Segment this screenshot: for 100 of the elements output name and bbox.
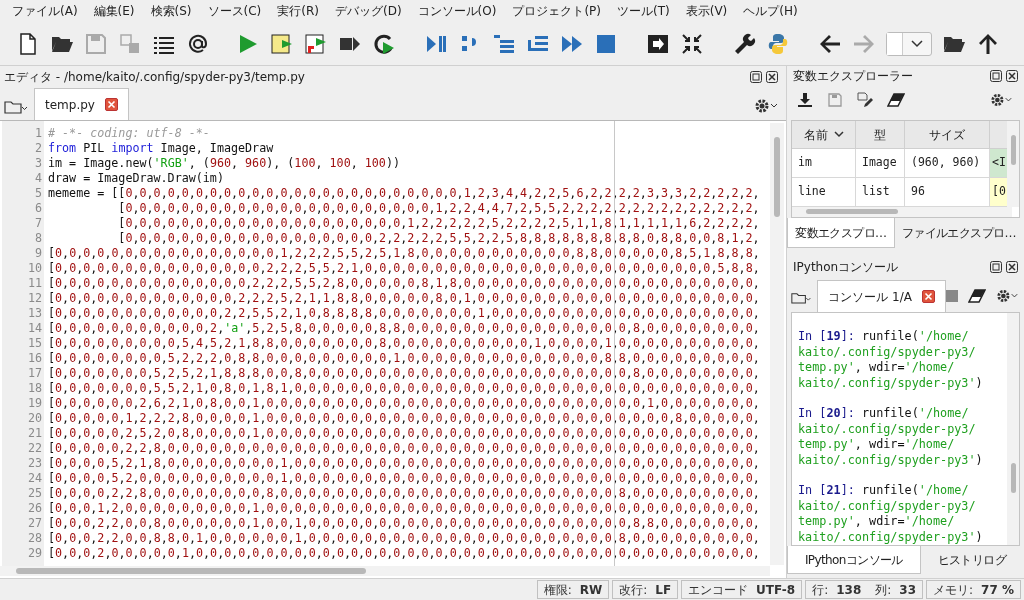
folder-menu-icon[interactable]	[791, 291, 812, 305]
code-line: [0,0,0,0,0,1,2,2,2,8,0,0,0,0,1,0,0,0,0,0,0,0,0,0,0,0,0,0,0,0,0,0,0,0,0,0,0,0,0,0,0,0,0,0,8,0,0,0,0,0,	[48, 411, 760, 426]
undock-icon[interactable]	[990, 70, 1002, 82]
sort-chevron-icon	[833, 131, 844, 138]
menu-item[interactable]: ツール(T)	[609, 2, 678, 20]
run-cell-advance-icon[interactable]	[304, 31, 328, 56]
code-line: [0,0,0,0,0,0,0,0,0,0,0,0,2,2,5,5,2,1,0,8,8,8,8,0,0,0,0,0,0,0,1,0,0,0,0,0,0,0,0,0,0,0,0,0,0,0,0,0,0,0,	[48, 306, 760, 321]
close-icon[interactable]	[922, 290, 935, 303]
code-line: # -*- coding: utf-8 -*-	[48, 126, 210, 141]
line-number: 13	[26, 306, 43, 321]
menu-item[interactable]: 編集(E)	[85, 2, 143, 20]
code-line: [0,0,0,0,0,0,0,0,0,5,4,5,2,1,8,8,0,0,0,0,0,0,0,8,0,0,0,0,0,0,0,0,0,0,1,0,0,0,0,1,0,0,0,0,0,0,0,0,0,0,	[48, 336, 760, 351]
line-number: 25	[26, 486, 43, 501]
horizontal-scrollbar[interactable]	[792, 207, 1012, 217]
line-number: 28	[26, 531, 43, 546]
save-as-icon[interactable]	[857, 92, 873, 108]
code-line: from PIL import Image, ImageDraw	[48, 141, 274, 156]
import-icon[interactable]	[797, 92, 813, 108]
pane-title: 変数エクスプローラー	[792, 68, 914, 85]
code-line: [0,0,0,0,0,0,2,6,2,1,0,8,0,0,1,0,0,0,0,0,0,0,0,0,0,0,0,0,0,0,0,0,0,0,0,0,0,0,0,0,0,0,1,0,0,0,0,0,0,0,	[48, 396, 760, 411]
code-line: mememe = [[0,0,0,0,0,0,0,0,0,0,0,0,0,0,0,0,0,0,0,0,0,0,0,0,1,2,3,4,4,2,2,5,6,2,2,2,2,3,3,3,2,2,2,2,2,	[48, 186, 760, 201]
code-line: [0,0,0,0,0,0,0,0,0,0,0,0,0,0,0,0,0,0,0,0,0,0,1,2,2,4,4,7,2,5,5,2,2,2,2,2,2,2,2,2,2,2,2,2,2,	[117, 201, 760, 216]
status-label: 権限:	[543, 581, 572, 599]
code-line: [0,0,0,2,0,0,0,0,0,1,0,0,0,0,0,0,0,0,0,0,0,0,0,0,0,0,0,0,0,0,0,0,0,0,0,0,0,0,0,0,0,0,0,0,0,0,0,0,0,0,	[48, 546, 760, 561]
folder-menu-icon[interactable]	[4, 100, 28, 114]
close-icon[interactable]	[1006, 261, 1018, 273]
undock-icon[interactable]	[990, 261, 1002, 273]
menu-item[interactable]: プロジェクト(P)	[504, 2, 609, 20]
close-icon[interactable]	[1006, 70, 1018, 82]
eraser-icon[interactable]	[968, 289, 986, 303]
status-label: 列:	[875, 581, 892, 599]
status-value: LF	[655, 581, 672, 599]
chevron-down-icon	[911, 39, 923, 48]
line-number: 12	[26, 291, 43, 306]
console-tab[interactable]: コンソール 1/A	[817, 280, 946, 312]
eraser-icon[interactable]	[887, 93, 905, 107]
settings-icon[interactable]	[990, 92, 1014, 108]
run-cell-icon[interactable]	[270, 31, 294, 56]
settings-icon[interactable]	[996, 288, 1020, 304]
panel-tab[interactable]: 変数エクスプロ…	[787, 218, 895, 248]
console-text: In [19]: runfile('/home/ kaito/.config/spyder-py3/ temp.py', wdir='/home/ kaito/.config/spyder-py3')	[798, 329, 983, 391]
status-label: エンコード	[688, 581, 749, 599]
close-icon[interactable]	[104, 98, 118, 111]
line-number: 29	[26, 546, 43, 561]
menu-item[interactable]: コンソール(O)	[409, 2, 505, 20]
column-header[interactable]: 型	[856, 121, 905, 149]
console-text: In [21]: runfile('/home/ kaito/.config/spyder-py3/ temp.py', wdir='/home/ kaito/.config/spyder-py3')	[798, 483, 983, 545]
code-line: im = Image.new('RGB', (960, 960), (100, 100, 100))	[48, 156, 400, 171]
line-number: 18	[26, 381, 43, 396]
line-number: 2	[33, 141, 43, 156]
directory-combo-box[interactable]	[886, 31, 932, 56]
code-line: [0,0,0,0,5,2,1,8,0,0,0,0,0,0,0,0,1,0,0,0,0,0,0,0,0,0,0,0,0,0,0,0,0,0,0,0,0,0,0,0,0,0,0,0,0,0,0,0,0,0,	[48, 456, 760, 471]
column-header[interactable]: サイズ	[905, 121, 990, 149]
line-number: 21	[26, 426, 43, 441]
menu-item[interactable]: 表示(V)	[677, 2, 736, 20]
code-line: [0,0,0,2,2,0,0,8,8,0,1,0,0,0,0,0,0,1,0,0,0,0,0,0,0,0,0,0,0,0,0,0,0,0,0,0,0,0,0,0,8,0,0,0,0,0,0,0,0,0,	[48, 531, 760, 546]
code-line: [0,0,0,0,0,0,0,0,0,0,0,0,0,0,0,0,0,0,2,2,2,2,2,5,5,2,2,5,8,8,8,8,8,8,8,8,8,0,8,8,0,0,8,1,2,	[117, 231, 760, 246]
status-value: RW	[579, 581, 603, 599]
menu-item[interactable]: ファイル(A)	[4, 2, 86, 20]
menu-item[interactable]: 実行(R)	[269, 2, 327, 20]
line-number: 23	[26, 456, 43, 471]
line-number: 17	[26, 366, 43, 381]
code-line: [0,0,0,0,0,2,5,2,0,8,0,0,0,0,1,0,0,0,0,0,0,0,0,0,0,0,0,0,0,0,0,0,0,0,0,0,0,0,0,0,0,0,0,0,0,0,0,0,0,0,	[48, 426, 760, 441]
close-icon[interactable]	[766, 71, 778, 83]
column-header[interactable]: 名前	[792, 121, 856, 149]
code-line: [0,0,0,0,0,0,0,0,0,0,0,0,0,0,0,0,1,2,2,2,5,5,2,5,1,8,0,0,0,0,0,0,0,0,0,0,0,8,8,0,0,0,0,0,8,5,1,8,8,8,	[48, 246, 760, 261]
code-line: [0,0,0,0,0,0,0,0,0,0,0,0,0,2,2,2,5,2,1,1,8,8,0,0,0,0,0,8,0,1,0,0,0,0,0,0,0,0,0,0,0,0,0,0,0,0,0,0,0,0,	[48, 291, 760, 306]
menu-item[interactable]: 検索(S)	[142, 2, 200, 20]
code-line: [0,0,0,0,0,0,0,5,2,5,2,1,8,8,8,0,0,8,0,0,0,0,0,0,0,0,0,0,0,0,0,0,0,0,0,0,0,0,0,0,0,8,0,0,0,0,0,0,0,0,	[48, 366, 760, 381]
logo-icon[interactable]	[766, 31, 790, 56]
vertical-scrollbar[interactable]	[1007, 121, 1019, 207]
line-number: 19	[26, 396, 43, 411]
line-number: 8	[33, 231, 43, 246]
line-number: 20	[26, 411, 43, 426]
settings-icon[interactable]	[754, 98, 780, 114]
menu-item[interactable]: ソース(C)	[199, 2, 270, 20]
file-tab[interactable]: temp.py	[34, 88, 129, 120]
status-label: メモリ:	[933, 581, 974, 599]
line-number: 27	[26, 516, 43, 531]
undock-icon[interactable]	[750, 71, 762, 83]
console-text: In [20]: runfile('/home/ kaito/.config/spyder-py3/ temp.py', wdir='/home/ kaito/.config/spyder-py3')	[798, 406, 983, 468]
menu-item[interactable]: ヘルプ(H)	[735, 2, 806, 20]
status-value: 77 %	[981, 581, 1014, 599]
line-number: 16	[26, 351, 43, 366]
code-line: [0,0,0,0,0,0,0,0,5,2,2,2,0,8,8,0,0,0,0,0,0,0,0,0,1,0,0,0,0,0,0,0,0,0,0,0,0,0,0,8,8,0,0,0,0,0,0,0,0,0,	[48, 351, 760, 366]
code-line: [0,0,0,0,0,0,0,0,0,0,0,0,0,0,0,0,0,0,0,0,1,2,2,2,2,2,5,2,2,2,2,5,1,1,8,1,1,1,1,1,6,2,2,2,2,	[117, 216, 760, 231]
status-value: UTF-8	[756, 581, 796, 599]
panel-tab[interactable]: IPythonコンソール	[787, 546, 921, 574]
vertical-scrollbar[interactable]	[770, 123, 784, 565]
fullscreen-icon[interactable]	[680, 31, 704, 56]
vertical-scrollbar[interactable]	[1007, 313, 1019, 545]
line-number: 6	[33, 201, 43, 216]
horizontal-scrollbar[interactable]	[0, 566, 770, 576]
pane-title: エディタ - /home/kaito/.config/spyder-py3/temp.py	[4, 69, 306, 86]
status-label: 行:	[812, 581, 829, 599]
line-number: 7	[33, 216, 43, 231]
code-line: [0,0,0,0,0,0,0,0,0,0,0,2,'a',5,2,5,8,0,0,0,0,0,8,8,0,0,0,0,0,0,0,0,0,0,0,0,0,0,0,0,8,0,0,0,0,0,0,0,0,	[48, 321, 760, 336]
line-number: 4	[33, 171, 43, 186]
line-number: 3	[33, 156, 43, 171]
menu-item[interactable]: デバッグ(D)	[326, 2, 410, 20]
